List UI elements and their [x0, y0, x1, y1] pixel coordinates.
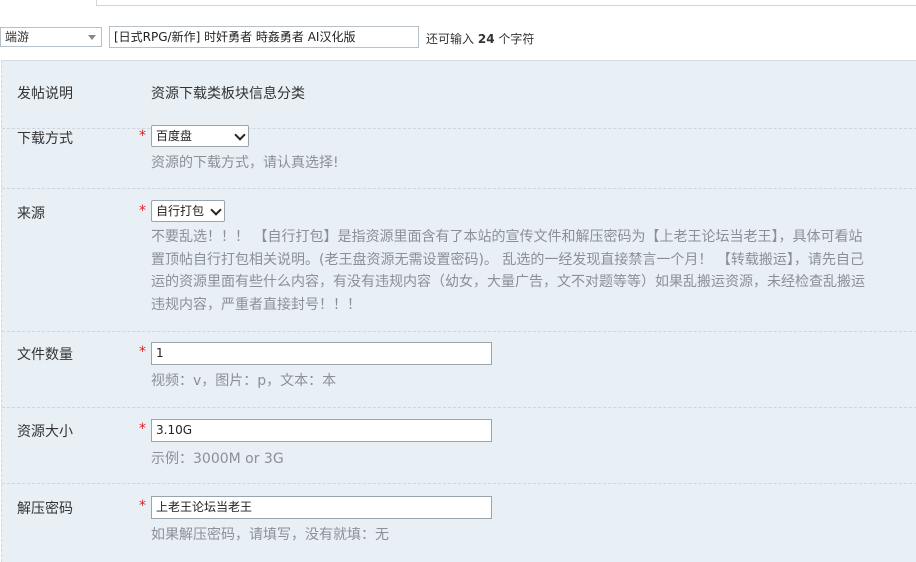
source-select[interactable]: 自行打包 [151, 200, 225, 222]
thread-type-value: 端游 [5, 30, 30, 44]
password-hint: 如果解压密码，请填写，没有就填：无 [151, 527, 389, 543]
download-label: 下载方式 [17, 131, 73, 147]
password-input[interactable]: 上老王论坛当老王 [151, 496, 492, 519]
file-count-input[interactable]: 1 [151, 342, 492, 365]
counter-value: 24 [477, 32, 495, 46]
size-label: 资源大小 [17, 424, 73, 440]
required-marker: * [139, 203, 146, 219]
source-hint-line: 违规内容，严重者直接封号！！！ [151, 296, 361, 313]
size-input[interactable]: 3.10G [151, 419, 492, 442]
post-info-value: 资源下载类板块信息分类 [151, 86, 305, 102]
post-info-label: 发帖说明 [17, 86, 73, 102]
file-count-hint: 视频：v，图片：p，文本：本 [151, 373, 337, 389]
chevron-down-icon [234, 129, 246, 141]
row-source: 来源 * 自行打包 不要乱选！！！ 【自行打包】是指资源里面含有了本站的宣传文件… [2, 189, 916, 332]
char-counter: 还可输入 24 个字符 [426, 30, 534, 47]
row-download: 下载方式 * 百度盘 资源的下载方式，请认真选择! [2, 125, 916, 189]
thread-title-input[interactable]: [日式RPG/新作] 时奸勇者 時姦勇者 AI汉化版 [109, 26, 419, 48]
source-hint-line: 置顶帖自行打包相关说明。(老王盘资源无需设置密码)。 乱选的一经发现直接禁言一个… [151, 251, 864, 268]
thread-type-select[interactable]: 端游 [0, 27, 102, 47]
download-hint: 资源的下载方式，请认真选择! [151, 155, 339, 171]
row-file-count: 文件数量 * 1 视频：v，图片：p，文本：本 [2, 332, 916, 408]
required-marker: * [139, 421, 146, 437]
password-label: 解压密码 [17, 501, 73, 517]
source-hint: 不要乱选！！！ 【自行打包】是指资源里面含有了本站的宣传文件和解压密码为【上老王… [151, 226, 916, 316]
required-marker: * [139, 498, 146, 514]
download-method-select[interactable]: 百度盘 [151, 125, 249, 147]
file-count-label: 文件数量 [17, 347, 73, 363]
row-size: 资源大小 * 3.10G 示例：3000M or 3G [2, 408, 916, 484]
source-hint-line: 不要乱选！！！ 【自行打包】是指资源里面含有了本站的宣传文件和解压密码为【上老王… [151, 229, 863, 245]
chevron-down-icon [210, 204, 222, 216]
tab-strip [0, 0, 916, 8]
active-tab[interactable] [0, 0, 96, 6]
download-method-value: 百度盘 [156, 129, 193, 143]
row-post-info: 发帖说明 资源下载类板块信息分类 [2, 61, 916, 129]
thread-info-form: 发帖说明 资源下载类板块信息分类 下载方式 * 百度盘 资源的下载方式，请认真选… [1, 60, 916, 562]
source-label: 来源 [17, 206, 45, 222]
required-marker: * [139, 344, 146, 360]
source-value: 自行打包 [156, 204, 205, 218]
title-row: 端游 [日式RPG/新作] 时奸勇者 時姦勇者 AI汉化版 还可输入 24 个字… [0, 26, 916, 50]
row-password: 解压密码 * 上老王论坛当老王 如果解压密码，请填写，没有就填：无 [2, 484, 916, 562]
chevron-down-icon [88, 35, 96, 40]
source-hint-line: 运的资源里面有些什么内容，有没有违规内容（幼女，大量广告，文不对题等等）如果乱搬… [151, 274, 865, 290]
tab-baseline [96, 5, 916, 6]
required-marker: * [139, 128, 146, 144]
counter-prefix: 还可输入 [426, 32, 475, 46]
counter-suffix: 个字符 [498, 32, 535, 46]
size-hint: 示例：3000M or 3G [151, 451, 284, 467]
